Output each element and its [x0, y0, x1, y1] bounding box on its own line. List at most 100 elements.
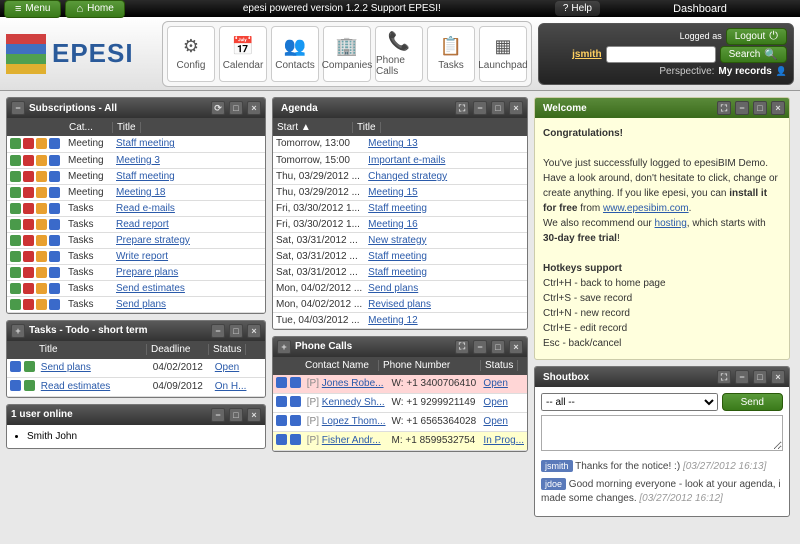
logout-button[interactable]: Logout ⏻ — [726, 28, 787, 45]
flag-icon[interactable] — [36, 187, 47, 198]
info-icon[interactable] — [49, 155, 60, 166]
status-icon[interactable] — [10, 187, 21, 198]
table-row[interactable]: MeetingMeeting 18 — [7, 184, 265, 200]
edit-icon[interactable] — [276, 434, 287, 445]
table-row[interactable]: TasksWrite report — [7, 248, 265, 264]
col-start[interactable]: Start ▲ — [273, 122, 353, 133]
info-icon[interactable] — [49, 219, 60, 230]
flag-icon[interactable] — [36, 267, 47, 278]
edit-icon[interactable] — [276, 415, 287, 426]
expand-icon[interactable]: ⛶ — [717, 101, 731, 115]
min-icon[interactable]: − — [473, 340, 487, 354]
flag-icon[interactable] — [36, 299, 47, 310]
del-icon[interactable] — [23, 203, 34, 214]
status-icon[interactable] — [10, 219, 21, 230]
table-row[interactable]: [P] Kennedy Sh...W: +1 9299921149Open — [273, 393, 527, 412]
tool-calendar[interactable]: 📅Calendar — [219, 26, 267, 82]
add-icon[interactable]: + — [11, 324, 25, 338]
status-icon[interactable] — [10, 299, 21, 310]
tool-config[interactable]: ⚙Config — [167, 26, 215, 82]
col-title[interactable]: Title — [113, 122, 141, 133]
del-icon[interactable] — [23, 171, 34, 182]
info-icon[interactable] — [290, 396, 301, 407]
table-row[interactable]: Read estimates04/09/2012On H... — [7, 377, 265, 396]
table-row[interactable]: TasksRead e-mails — [7, 200, 265, 216]
send-button[interactable]: Send — [722, 393, 783, 411]
info-icon[interactable] — [49, 267, 60, 278]
search-button[interactable]: Search 🔍 — [720, 46, 787, 63]
flag-icon[interactable] — [36, 203, 47, 214]
shout-recipient-select[interactable]: -- all -- — [541, 393, 718, 411]
table-row[interactable]: MeetingMeeting 3 — [7, 152, 265, 168]
del-icon[interactable] — [23, 219, 34, 230]
close-icon[interactable]: × — [247, 324, 261, 338]
col[interactable]: Phone Number — [379, 360, 481, 371]
flag-icon[interactable] — [36, 171, 47, 182]
full-icon[interactable]: □ — [753, 370, 767, 384]
col[interactable]: Deadline — [147, 344, 209, 355]
del-icon[interactable] — [23, 283, 34, 294]
fullscreen-icon[interactable]: □ — [229, 101, 243, 115]
tool-companies[interactable]: 🏢Companies — [323, 26, 371, 82]
edit-icon[interactable] — [276, 377, 287, 388]
status-icon[interactable] — [10, 251, 21, 262]
close-icon[interactable]: × — [509, 340, 523, 354]
home-button[interactable]: ⌂ Home — [65, 0, 124, 18]
table-row[interactable]: TasksRead report — [7, 216, 265, 232]
status-icon[interactable] — [10, 235, 21, 246]
col[interactable]: Status — [481, 360, 518, 371]
table-row[interactable]: Sat, 03/31/2012 ...Staff meeting — [273, 264, 527, 280]
col[interactable]: Title — [35, 344, 147, 355]
table-row[interactable]: Tomorrow, 13:00Meeting 13 — [273, 136, 527, 152]
table-row[interactable]: [P] Fisher Andr...M: +1 8599532754In Pro… — [273, 431, 527, 450]
status-icon[interactable] — [10, 155, 21, 166]
info-icon[interactable] — [49, 203, 60, 214]
del-icon[interactable] — [23, 267, 34, 278]
help-button[interactable]: ? Help — [555, 1, 600, 16]
min-icon[interactable]: − — [211, 324, 225, 338]
info-icon[interactable] — [49, 251, 60, 262]
table-row[interactable]: TasksSend estimates — [7, 280, 265, 296]
full-icon[interactable]: □ — [229, 324, 243, 338]
del-icon[interactable] — [23, 235, 34, 246]
col-title[interactable]: Title — [353, 122, 381, 133]
full-icon[interactable]: □ — [753, 101, 767, 115]
close-icon[interactable]: × — [771, 370, 785, 384]
info-icon[interactable] — [290, 415, 301, 426]
del-icon[interactable] — [23, 299, 34, 310]
status-icon[interactable] — [10, 203, 21, 214]
table-row[interactable]: TasksPrepare strategy — [7, 232, 265, 248]
del-icon[interactable] — [23, 155, 34, 166]
close-icon[interactable]: × — [247, 101, 261, 115]
info-icon[interactable] — [290, 377, 301, 388]
info-icon[interactable] — [49, 171, 60, 182]
site-link[interactable]: www.epesibim.com — [603, 203, 689, 214]
close-icon[interactable]: × — [247, 408, 261, 422]
flag-icon[interactable] — [36, 219, 47, 230]
col-cat[interactable]: Cat... — [65, 122, 113, 133]
min-icon[interactable]: − — [211, 408, 225, 422]
table-row[interactable]: Thu, 03/29/2012 ...Meeting 15 — [273, 184, 527, 200]
min-icon[interactable]: − — [473, 101, 487, 115]
table-row[interactable]: Tue, 04/03/2012 ...Meeting 12 — [273, 312, 527, 328]
col[interactable]: Status — [209, 344, 246, 355]
expand-icon[interactable]: ⛶ — [455, 101, 469, 115]
table-row[interactable]: [P] Jones Robe...W: +1 3400706410Open — [273, 375, 527, 394]
close-icon[interactable]: × — [771, 101, 785, 115]
table-row[interactable]: Sat, 03/31/2012 ...New strategy — [273, 232, 527, 248]
my-records[interactable]: My records — [718, 66, 771, 77]
table-row[interactable]: MeetingStaff meeting — [7, 136, 265, 152]
table-row[interactable]: Fri, 03/30/2012 1...Meeting 16 — [273, 216, 527, 232]
info-icon[interactable] — [24, 380, 35, 391]
table-row[interactable]: TasksPrepare plans — [7, 264, 265, 280]
shout-textarea[interactable] — [541, 415, 783, 451]
flag-icon[interactable] — [36, 251, 47, 262]
edit-icon[interactable] — [10, 380, 21, 391]
full-icon[interactable]: □ — [491, 101, 505, 115]
table-row[interactable]: TasksSend plans — [7, 296, 265, 312]
close-icon[interactable]: × — [509, 101, 523, 115]
info-icon[interactable] — [290, 434, 301, 445]
col[interactable]: Contact Name — [301, 360, 379, 371]
info-icon[interactable] — [24, 361, 35, 372]
info-icon[interactable] — [49, 187, 60, 198]
